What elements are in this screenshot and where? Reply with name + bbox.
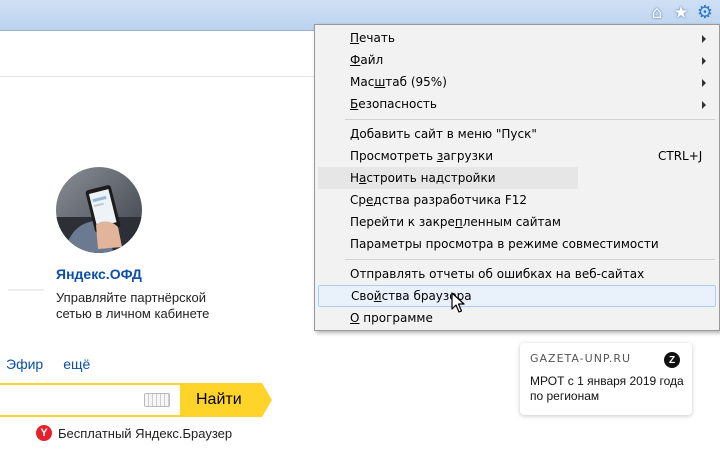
menu-item-add-to-start[interactable]: Добавить сайт в меню "Пуск" (316, 123, 718, 145)
decorative-line (8, 289, 44, 291)
keyboard-icon[interactable] (144, 393, 170, 407)
news-headline[interactable]: МРОТ с 1 января 2019 года по регионам (530, 374, 690, 404)
nav-link-efir[interactable]: Эфир (6, 356, 43, 372)
menu-item-print[interactable]: Печать (316, 27, 718, 49)
menu-separator (345, 119, 715, 120)
yandex-browser-promo[interactable]: Y Бесплатный Яндекс.Браузер (36, 425, 232, 441)
search-button[interactable]: Найти (180, 383, 272, 417)
ofd-promo-description: Управляйте партнёрской сетью в личном ка… (56, 290, 210, 321)
menu-item-about[interactable]: О программе (316, 307, 718, 329)
yandex-browser-promo-text[interactable]: Бесплатный Яндекс.Браузер (58, 426, 232, 441)
tools-menu: Печать Файл Масштаб (95%) Безопасность Д… (314, 24, 720, 331)
browser-toolbar-icons: ⌂ ★ ⚙ (648, 3, 714, 23)
yandex-browser-logo-icon: Y (36, 425, 52, 441)
menu-item-zoom[interactable]: Масштаб (95%) (316, 71, 718, 93)
ofd-promo-image[interactable] (56, 167, 142, 253)
submenu-arrow-icon (702, 35, 706, 43)
menu-item-compat-view[interactable]: Параметры просмотра в режиме совместимос… (316, 233, 718, 255)
menu-item-browser-properties[interactable]: Свойства браузера (318, 285, 716, 307)
services-nav: Эфир ещё (6, 356, 90, 372)
ofd-promo-title[interactable]: Яндекс.ОФД (56, 266, 142, 282)
star-icon[interactable]: ★ (672, 3, 690, 23)
menu-item-report-errors[interactable]: Отправлять отчеты об ошибках на веб-сайт… (316, 263, 718, 285)
mouse-cursor-icon (451, 292, 465, 313)
submenu-arrow-icon (702, 57, 706, 65)
home-icon[interactable]: ⌂ (648, 3, 666, 23)
search-input[interactable] (0, 383, 180, 417)
gear-icon[interactable]: ⚙ (696, 3, 714, 23)
menu-item-manage-addons[interactable]: Настроить надстройки (316, 167, 718, 189)
menu-item-file[interactable]: Файл (316, 49, 718, 71)
news-source: GAZETA-UNP.RU (530, 352, 632, 365)
menu-item-pinned-sites[interactable]: Перейти к закрепленным сайтам (316, 211, 718, 233)
menu-item-security[interactable]: Безопасность (316, 93, 718, 115)
menu-item-view-downloads[interactable]: Просмотреть загрузки CTRL+J (316, 145, 718, 167)
nav-link-more[interactable]: ещё (63, 356, 90, 372)
submenu-arrow-icon (702, 79, 706, 87)
news-card[interactable]: GAZETA-UNP.RU Z МРОТ с 1 января 2019 год… (520, 343, 692, 415)
menu-separator (345, 259, 715, 260)
zen-logo-icon: Z (664, 352, 680, 368)
menu-item-devtools[interactable]: Средства разработчика F12 (316, 189, 718, 211)
menu-shortcut: CTRL+J (658, 149, 703, 163)
submenu-arrow-icon (702, 101, 706, 109)
